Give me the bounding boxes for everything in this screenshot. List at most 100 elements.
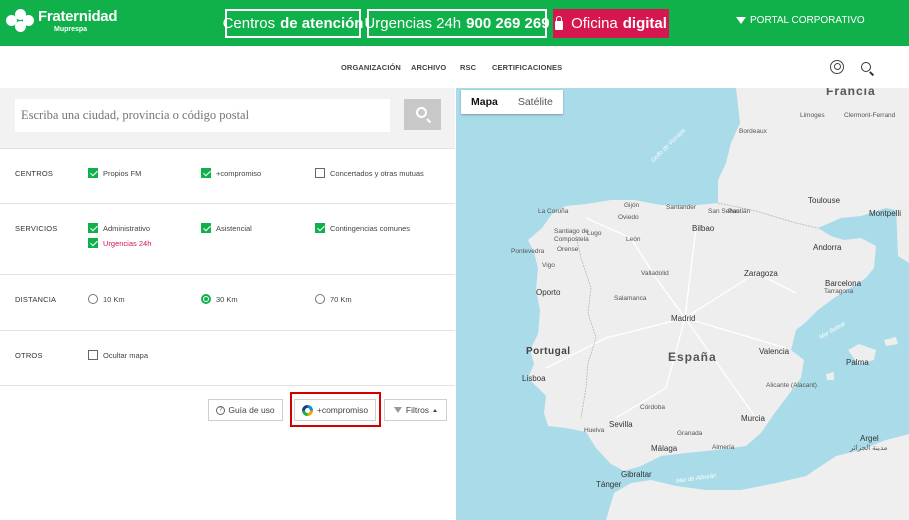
centros-label: Centros bbox=[222, 15, 276, 32]
checkbox-ocultar-mapa[interactable]: Ocultar mapa bbox=[88, 350, 148, 360]
search-icon[interactable] bbox=[861, 62, 871, 72]
option-label: 10 Km bbox=[103, 294, 125, 304]
map-label-sansebastian: San Sebastián bbox=[708, 208, 751, 215]
map-label-andorra: Andorra bbox=[813, 243, 842, 252]
map-label-malaga: Málaga bbox=[651, 444, 678, 453]
map-label-barcelona: Barcelona bbox=[825, 279, 862, 288]
map-label-francia: Francia bbox=[826, 88, 876, 98]
nav-rsc[interactable]: RSC bbox=[460, 63, 476, 72]
guia-de-uso-button[interactable]: ? Guía de uso bbox=[208, 399, 283, 421]
logo-title: Fraternidad bbox=[38, 8, 118, 25]
map-label-huelva: Huelva bbox=[584, 427, 605, 434]
map-label-zaragoza: Zaragoza bbox=[744, 269, 778, 278]
user-icon[interactable] bbox=[830, 60, 844, 74]
checkbox-checked-icon bbox=[88, 238, 98, 248]
checkbox-administrativo[interactable]: Administrativo bbox=[88, 223, 150, 233]
tab-mapa[interactable]: Mapa bbox=[461, 90, 508, 114]
map-label-bilbao: Bilbao bbox=[692, 224, 715, 233]
filter-row-otros: OTROS Ocultar mapa bbox=[0, 330, 455, 386]
oficina-label-bold: digital bbox=[622, 15, 667, 32]
oficina-digital-button[interactable]: Oficina digital bbox=[553, 9, 669, 38]
filter-label-servicios: SERVICIOS bbox=[15, 224, 58, 233]
option-label: Contingencias comunes bbox=[330, 223, 411, 233]
checkbox-urgencias-24h[interactable]: Urgencias 24h bbox=[88, 238, 151, 248]
oficina-label: Oficina bbox=[571, 15, 618, 32]
urgencias-phone: 900 269 269 bbox=[466, 15, 550, 32]
map-label-espana: España bbox=[668, 350, 717, 364]
map-label-salamanca: Salamanca bbox=[614, 295, 647, 302]
filter-label-distancia: DISTANCIA bbox=[15, 295, 57, 304]
filter-panel: CENTROS Propios FM +compromiso Concertad… bbox=[0, 88, 455, 520]
checkbox-concertados[interactable]: Concertados y otras mutuas bbox=[315, 168, 424, 178]
radio-off-icon bbox=[88, 294, 98, 304]
map-label-toulouse: Toulouse bbox=[808, 196, 841, 205]
option-label: Concertados y otras mutuas bbox=[330, 168, 424, 178]
map-label-ourense: Orense bbox=[557, 246, 579, 253]
checkbox-asistencial[interactable]: Asistencial bbox=[201, 223, 252, 233]
nav-archivo[interactable]: ARCHIVO bbox=[411, 63, 446, 72]
filtros-label: Filtros bbox=[405, 405, 430, 415]
radio-70km[interactable]: 70 Km bbox=[315, 294, 352, 304]
checkbox-compromiso[interactable]: +compromiso bbox=[201, 168, 261, 178]
portal-corporativo-link[interactable]: PORTAL CORPORATIVO bbox=[736, 15, 865, 26]
map-label-bordeaux: Bordeaux bbox=[739, 128, 767, 135]
nav-organizacion[interactable]: ORGANIZACIÓN bbox=[341, 63, 401, 72]
tab-satelite[interactable]: Satélite bbox=[508, 90, 563, 114]
radio-30km[interactable]: 30 Km bbox=[201, 294, 238, 304]
option-label: 70 Km bbox=[330, 294, 352, 304]
option-label: Urgencias 24h bbox=[103, 238, 152, 248]
map-label-portugal: Portugal bbox=[526, 346, 571, 357]
map-label-cordoba: Córdoba bbox=[640, 404, 665, 411]
map-label-oviedo: Oviedo bbox=[618, 214, 639, 221]
checkbox-contingencias[interactable]: Contingencias comunes bbox=[315, 223, 410, 233]
map-label-madrid: Madrid bbox=[671, 314, 696, 323]
map-view[interactable]: Mapa Satélite Francia Limoges Clermont-F… bbox=[456, 88, 909, 520]
triangle-down-icon bbox=[736, 17, 746, 24]
checkbox-propios-fm[interactable]: Propios FM bbox=[88, 168, 141, 178]
option-label: 30 Km bbox=[216, 294, 238, 304]
portal-label: PORTAL CORPORATIVO bbox=[750, 15, 865, 26]
map-label-santander: Santander bbox=[666, 204, 696, 211]
option-label: Propios FM bbox=[103, 168, 142, 178]
map-label-lacoruna: La Coruña bbox=[538, 208, 569, 215]
centros-atencion-button[interactable]: Centros de atención bbox=[222, 9, 363, 38]
map-label-vigo: Vigo bbox=[542, 262, 555, 269]
filter-label-centros: CENTROS bbox=[15, 169, 54, 178]
map-label-granada: Granada bbox=[677, 430, 703, 437]
nav-certificaciones[interactable]: CERTIFICACIONES bbox=[492, 63, 562, 72]
filtros-button[interactable]: Filtros bbox=[384, 399, 447, 421]
map-canvas bbox=[528, 88, 909, 520]
map-label-valladolid: Valladolid bbox=[641, 270, 669, 277]
filter-label-otros: OTROS bbox=[15, 351, 43, 360]
map-label-palma: Palma bbox=[846, 358, 869, 367]
map-label-almeria: Almería bbox=[712, 444, 735, 451]
map-label-lugo: Lugo bbox=[587, 230, 602, 237]
radio-on-icon bbox=[201, 294, 211, 304]
checkbox-unchecked-icon bbox=[88, 350, 98, 360]
map-label-lisboa: Lisboa bbox=[522, 374, 546, 383]
checkbox-checked-icon bbox=[88, 223, 98, 233]
urgencias-label: Urgencias 24h bbox=[364, 15, 462, 32]
map-label-oporto: Oporto bbox=[536, 288, 561, 297]
map-label-valencia: Valencia bbox=[759, 347, 790, 356]
top-header: Fraternidad Muprespa Centros de atención … bbox=[0, 0, 909, 46]
map-label-sevilla: Sevilla bbox=[609, 420, 633, 429]
radio-10km[interactable]: 10 Km bbox=[88, 294, 125, 304]
fraternidad-logo[interactable]: Fraternidad Muprespa bbox=[6, 8, 118, 33]
search-button[interactable] bbox=[404, 99, 441, 130]
map-label-clermont: Clermont-Ferrand bbox=[844, 112, 896, 119]
option-label: +compromiso bbox=[216, 168, 262, 178]
option-label: Ocultar mapa bbox=[103, 350, 149, 360]
map-label-pontevedra: Pontevedra bbox=[511, 248, 545, 255]
magnifier-icon bbox=[416, 107, 427, 118]
checkbox-checked-icon bbox=[201, 168, 211, 178]
map-label-gibraltar: Gibraltar bbox=[621, 470, 652, 479]
checkbox-checked-icon bbox=[88, 168, 98, 178]
checkbox-checked-icon bbox=[201, 223, 211, 233]
urgencias-button[interactable]: Urgencias 24h 900 269 269 bbox=[364, 9, 550, 38]
map-label-gijon: Gijón bbox=[624, 202, 640, 209]
help-icon: ? bbox=[216, 405, 226, 415]
location-search-input[interactable] bbox=[15, 99, 390, 132]
search-row bbox=[0, 88, 455, 148]
checkbox-checked-icon bbox=[315, 223, 325, 233]
